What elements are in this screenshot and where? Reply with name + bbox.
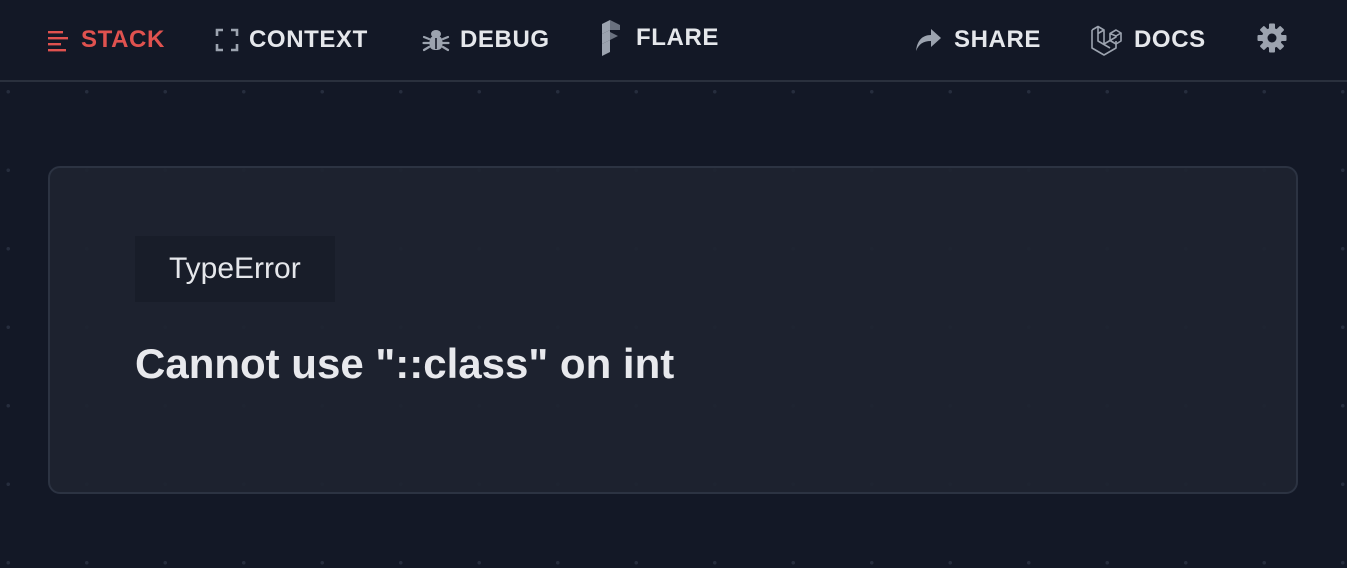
tab-stack-label: STACK bbox=[81, 26, 165, 53]
bug-icon bbox=[422, 26, 450, 54]
tab-debug[interactable]: DEBUG bbox=[422, 22, 550, 58]
share-button[interactable]: SHARE bbox=[914, 22, 1041, 58]
tab-stack[interactable]: STACK bbox=[47, 22, 165, 58]
tab-debug-label: DEBUG bbox=[460, 26, 550, 53]
share-label: SHARE bbox=[954, 26, 1042, 53]
top-navigation-bar: STACK CONTEXT DEBUG FLARE SHARE DOCS bbox=[0, 0, 1347, 82]
error-card: TypeError Cannot use "::class" on int bbox=[48, 166, 1298, 494]
exception-class-badge: TypeError bbox=[135, 236, 335, 302]
exception-message: Cannot use "::class" on int bbox=[135, 340, 675, 387]
exception-class-name: TypeError bbox=[169, 252, 301, 285]
frame-corners-icon bbox=[215, 28, 239, 52]
tab-flare[interactable]: FLARE bbox=[600, 20, 719, 56]
flare-logo-icon bbox=[600, 20, 622, 56]
gear-icon bbox=[1256, 22, 1288, 54]
laravel-logo-icon bbox=[1090, 24, 1122, 56]
docs-link[interactable]: DOCS bbox=[1090, 22, 1206, 58]
list-lines-icon bbox=[47, 28, 71, 52]
tab-context-label: CONTEXT bbox=[249, 26, 368, 53]
settings-button[interactable] bbox=[1256, 20, 1288, 56]
docs-label: DOCS bbox=[1134, 26, 1206, 53]
tab-flare-label: FLARE bbox=[636, 24, 719, 51]
tab-context[interactable]: CONTEXT bbox=[215, 22, 368, 58]
share-arrow-icon bbox=[914, 27, 942, 53]
